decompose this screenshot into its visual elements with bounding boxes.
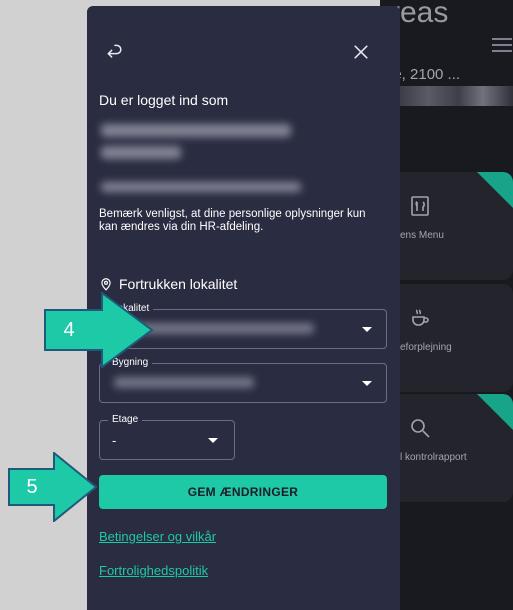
hr-notice: Bemærk venligst, at dine personlige oply… [99,208,366,233]
hamburger-menu-icon[interactable] [492,38,512,52]
callout-number: 5 [26,475,38,498]
tile-menu[interactable]: ens Menu [390,172,513,280]
callout-step-4: 4 [44,291,154,369]
tile-report[interactable]: l kontrolrapport [390,394,513,502]
chevron-down-icon [208,438,218,443]
close-icon[interactable] [351,42,371,62]
section-title: Fortrukken lokalitet [119,276,238,292]
user-name-line-2 [101,146,181,159]
callout-step-5: 5 [8,450,98,524]
tile-corner-accent [477,172,513,208]
coffee-cup-icon [412,309,429,326]
floor-label: Etage [108,414,143,425]
user-name-line-1 [101,124,291,137]
callout-number: 4 [63,318,75,341]
logged-in-label: Du er logget ind som [99,92,229,108]
app-screen: reas le, 2100 ... ens Menu eforplejning [0,0,513,610]
back-arrow-icon[interactable] [105,42,125,62]
terms-link[interactable]: Betingelser og vilkår [99,529,216,544]
tile-corner-accent [477,394,513,430]
save-changes-button[interactable]: GEM ÆNDRINGER [99,475,387,509]
chevron-down-icon [362,381,372,386]
chevron-down-icon [362,327,372,332]
tile-label: ens Menu [400,230,444,241]
menu-book-icon [411,196,429,216]
background-address: le, 2100 ... [390,66,461,83]
tile-catering[interactable]: eforplejning [390,284,513,392]
search-icon [411,419,430,438]
floor-select[interactable]: Etage - [99,414,235,460]
preferred-location-heading: Fortrukken lokalitet [99,276,237,292]
tile-label: l kontrolrapport [400,452,467,463]
location-pin-icon [101,278,111,291]
building-select[interactable]: Bygning [99,357,387,403]
user-email [101,182,301,192]
floor-value: - [112,433,117,448]
tile-label: eforplejning [400,342,452,353]
privacy-link[interactable]: Fortrolighedspolitik [99,563,208,578]
background-image-strip [392,86,513,106]
building-value [114,377,254,388]
